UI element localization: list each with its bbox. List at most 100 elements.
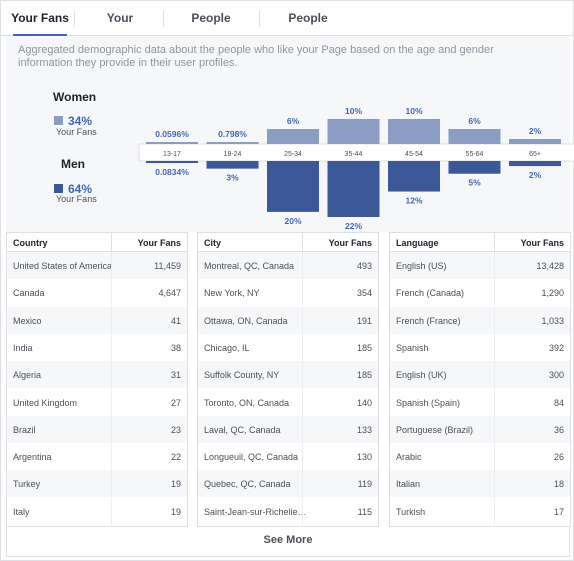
age-tick-label: 25-34 — [284, 151, 302, 158]
language-table: Language Your Fans English (US) 13,428 Frenc… — [389, 232, 571, 527]
table-row: Italy 19 — [7, 497, 187, 525]
column-divider — [494, 361, 495, 389]
row-name: Suffolk County, NY — [204, 370, 280, 381]
row-name: Canada — [13, 288, 45, 299]
men-bar-label: 2% — [529, 170, 542, 180]
column-divider — [494, 470, 495, 498]
row-value: 41 — [170, 315, 181, 326]
column-divider — [111, 333, 112, 361]
column-divider — [302, 361, 303, 389]
men-bar-label: 22% — [345, 221, 362, 231]
column-divider — [494, 415, 495, 443]
row-name: Italian — [396, 479, 421, 490]
table-row: English (UK) 300 — [390, 361, 570, 389]
men-bar — [388, 161, 440, 192]
row-value: 133 — [356, 424, 372, 435]
women-bar — [206, 142, 259, 144]
row-value: 38 — [170, 342, 181, 353]
column-divider — [111, 497, 112, 525]
table-row: United States of America 11,459 — [7, 252, 187, 279]
table-row: Turkey 19 — [7, 470, 187, 498]
table-row: Toronto, ON, Canada 140 — [198, 388, 378, 416]
men-bar-label: 3% — [226, 173, 239, 183]
row-name: Quebec, QC, Canada — [204, 479, 291, 490]
row-name: Portuguese (Brazil) — [396, 424, 474, 435]
column-divider — [494, 279, 495, 307]
row-value: 191 — [356, 315, 372, 326]
column-divider — [111, 388, 112, 416]
men-bar-label: 20% — [284, 216, 301, 226]
row-value: 26 — [553, 452, 564, 463]
table-row: Laval, QC, Canada 133 — [198, 415, 378, 443]
row-name: Arabic — [396, 452, 422, 463]
table-row: French (Canada) 1,290 — [390, 279, 570, 307]
age-tick-label: 13-17 — [163, 151, 181, 158]
table-row: Suffolk County, NY 185 — [198, 361, 378, 389]
men-bar — [206, 161, 259, 169]
table-header: City Your Fans — [198, 233, 378, 252]
row-value: 1,290 — [541, 288, 564, 299]
row-name: Argentina — [13, 452, 52, 463]
column-divider — [494, 233, 495, 252]
row-value: 140 — [356, 397, 372, 408]
men-bar — [327, 161, 380, 217]
column-divider — [111, 306, 112, 334]
column-header-fans[interactable]: Your Fans — [138, 238, 181, 248]
women-bar-label: 6% — [468, 116, 481, 126]
row-name: Montreal, QC, Canada — [204, 261, 295, 271]
column-header-name[interactable]: Country — [13, 238, 48, 248]
column-header-fans[interactable]: Your Fans — [329, 238, 372, 248]
row-name: Saint-Jean-sur-Richelie… — [204, 506, 307, 517]
women-bar — [267, 129, 319, 144]
men-bar-label: 5% — [468, 178, 481, 188]
row-name: Ottawa, ON, Canada — [204, 315, 288, 326]
column-divider — [302, 443, 303, 471]
women-bar-label: 10% — [345, 106, 362, 116]
column-divider — [494, 252, 495, 279]
row-value: 19 — [170, 479, 181, 490]
column-divider — [302, 306, 303, 334]
table-header: Country Your Fans — [7, 233, 187, 252]
women-bar — [509, 139, 561, 144]
women-bar — [146, 142, 198, 144]
table-row: Algeria 31 — [7, 361, 187, 389]
row-name: Turkey — [13, 479, 41, 490]
row-value: 27 — [170, 397, 181, 408]
column-divider — [494, 388, 495, 416]
column-divider — [111, 361, 112, 389]
row-name: English (UK) — [396, 370, 447, 381]
row-name: Toronto, ON, Canada — [204, 397, 290, 408]
table-row: Saint-Jean-sur-Richelie… 115 — [198, 497, 378, 525]
column-header-name[interactable]: Language — [396, 238, 439, 248]
table-row: Turkish 17 — [390, 497, 570, 525]
row-value: 392 — [548, 342, 564, 353]
column-divider — [302, 497, 303, 525]
row-value: 354 — [356, 288, 372, 299]
column-divider — [111, 233, 112, 252]
age-gender-chart: 0.0596% 0.0834% 13-17 0.798% 3% 18-24 6% 20% 25-… — [138, 106, 574, 231]
women-bar-label: 0.798% — [218, 129, 247, 139]
table-row: Spanish 392 — [390, 333, 570, 361]
table-row: Canada 4,647 — [7, 279, 187, 307]
table-row: Spanish (Spain) 84 — [390, 388, 570, 416]
age-tick-label: 35-44 — [345, 151, 363, 158]
column-header-fans[interactable]: Your Fans — [521, 238, 564, 248]
women-bar-label: 2% — [529, 126, 542, 136]
women-bar — [388, 119, 440, 144]
see-more-button[interactable]: See More — [6, 527, 570, 557]
table-row: Longueuil, QC, Canada 130 — [198, 443, 378, 471]
row-value: 185 — [356, 342, 372, 353]
age-tick-label: 45-54 — [405, 151, 423, 158]
row-name: India — [13, 342, 33, 353]
men-bar-label: 0.0834% — [155, 167, 189, 177]
row-value: 23 — [170, 424, 181, 435]
row-value: 13,428 — [536, 261, 564, 271]
row-value: 493 — [356, 261, 372, 271]
row-name: New York, NY — [204, 288, 260, 299]
column-header-name[interactable]: City — [204, 238, 221, 248]
row-value: 18 — [553, 479, 564, 490]
table-header: Language Your Fans — [390, 233, 570, 252]
column-divider — [302, 333, 303, 361]
table-row: Portuguese (Brazil) 36 — [390, 415, 570, 443]
row-name: United States of America — [13, 261, 113, 271]
